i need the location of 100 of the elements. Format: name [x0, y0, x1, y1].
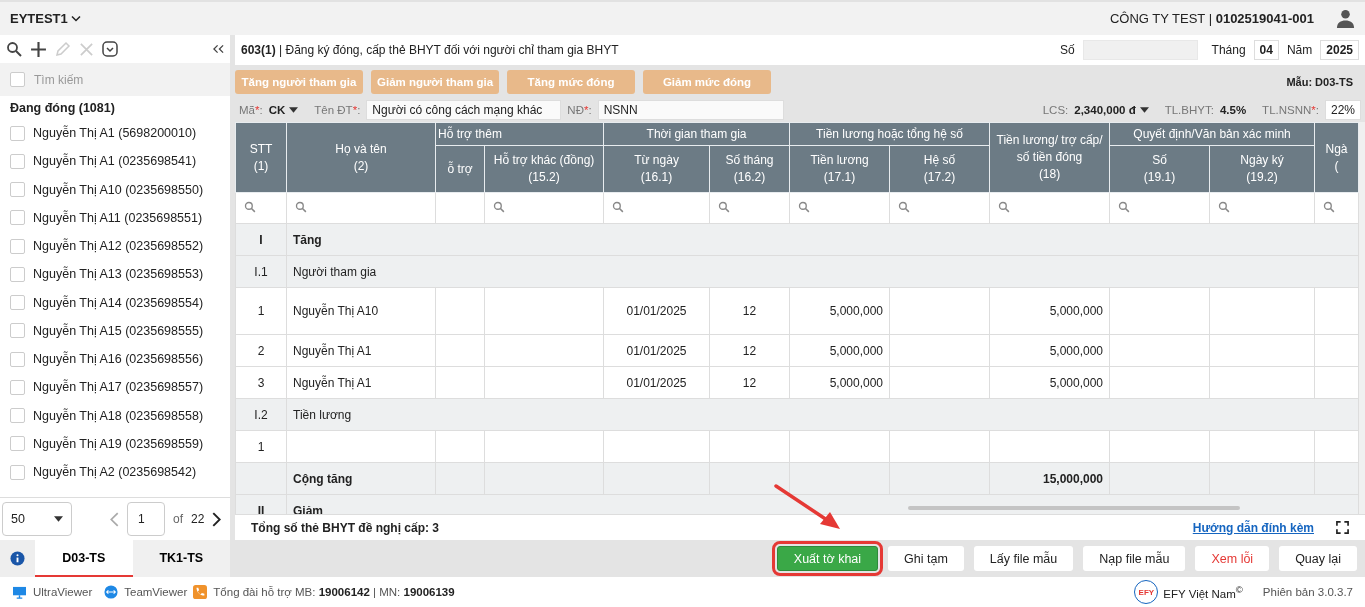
table-cell: 12	[709, 287, 790, 335]
filter-field[interactable]	[709, 192, 790, 224]
action-button[interactable]: Xem lỗi	[1195, 546, 1270, 571]
checkbox[interactable]	[10, 238, 25, 254]
collapse-icon[interactable]	[213, 44, 224, 54]
table-cell: 5,000,000	[789, 366, 890, 399]
page-input[interactable]: 1	[127, 502, 165, 536]
checkbox[interactable]	[10, 72, 25, 87]
guide-link[interactable]: Hướng dẫn đính kèm	[1192, 520, 1314, 535]
employee-name[interactable]: Nguyễn Thị A18 (0235698558)	[33, 408, 204, 423]
employee-name[interactable]: Nguyễn Thị A17 (0235698557)	[33, 380, 204, 395]
filter-field[interactable]	[286, 192, 436, 224]
checkbox[interactable]	[10, 210, 25, 226]
checkbox[interactable]	[10, 379, 25, 395]
filter-field[interactable]	[789, 192, 890, 224]
table-cell: 5,000,000	[789, 334, 890, 367]
checkbox[interactable]	[10, 323, 25, 339]
add-icon[interactable]	[30, 40, 47, 58]
table-cell: 5,000,000	[989, 334, 1110, 367]
field-label: Số	[1059, 43, 1075, 57]
checkbox[interactable]	[10, 295, 25, 311]
section-label: Tiền lương	[286, 398, 1359, 431]
fullscreen-icon[interactable]	[1336, 521, 1349, 534]
table-cell: I.2	[235, 398, 287, 431]
table-cell: 01/01/2025	[603, 287, 710, 335]
employee-name[interactable]: Nguyễn Thị A15 (0235698555)	[33, 323, 204, 338]
employee-name[interactable]: Nguyễn Thị A2 (0235698542)	[33, 465, 197, 480]
employee-name[interactable]: Nguyễn Thị A1 (5698200010)	[33, 126, 197, 141]
caret-icon	[289, 107, 299, 113]
action-button[interactable]: Quay lại	[1279, 546, 1357, 571]
next-icon[interactable]	[212, 511, 222, 527]
dropdown[interactable]: CK	[268, 104, 299, 116]
caret-icon	[1139, 107, 1149, 113]
checkbox[interactable]	[10, 153, 25, 169]
employee-name[interactable]: Nguyễn Thị A16 (0235698556)	[33, 352, 204, 367]
employee-name[interactable]: Nguyễn Thị A13 (0235698553)	[33, 267, 204, 282]
user-icon[interactable]	[1336, 9, 1355, 28]
action-button[interactable]: Ghi tạm	[888, 546, 964, 571]
table-cell: II	[235, 494, 287, 514]
checkbox[interactable]	[10, 408, 25, 424]
search-icon[interactable]	[6, 41, 22, 57]
employee-name[interactable]: Nguyễn Thị A1 (0235698541)	[33, 154, 197, 169]
filter-field[interactable]	[889, 192, 990, 224]
column-header: STT (1)	[235, 122, 287, 193]
previous-icon[interactable]	[110, 511, 119, 527]
search-field[interactable]: Tìm kiếm	[0, 63, 230, 96]
checkbox[interactable]	[10, 436, 25, 452]
pencil-icon[interactable]	[55, 41, 71, 57]
footer-link[interactable]: TeamViewer	[124, 586, 188, 598]
column-header: Tiền lương/ trợ cấp/ số tiền đóng (18)	[989, 122, 1110, 193]
input-field[interactable]: Người có công cách mạng khác	[366, 100, 562, 120]
employee-name[interactable]: Nguyễn Thị A19 (0235698559)	[33, 436, 204, 451]
field-label: NĐ*:	[567, 104, 592, 116]
form-title: 603(1) | Đăng ký đóng, cấp thẻ BHYT đối với người chỉ tham gia BHYT	[241, 43, 619, 57]
column-group-header: Tiền lương hoặc tổng hệ số	[789, 122, 990, 146]
checkbox[interactable]	[10, 266, 25, 282]
column-header: Họ và tên (2)	[286, 122, 436, 193]
action-button[interactable]: Nạp file mẫu	[1083, 546, 1186, 571]
form-tab[interactable]: D03-TS	[35, 540, 133, 577]
year-field[interactable]: 2025	[1320, 40, 1359, 60]
dropdown[interactable]: 2,340,000 đ	[1074, 104, 1149, 116]
input-field[interactable]: 22%	[1325, 100, 1361, 120]
table-cell: 12	[709, 366, 790, 399]
month-field[interactable]: 04	[1253, 40, 1279, 60]
employee-name[interactable]: Nguyễn Thị A14 (0235698554)	[33, 295, 204, 310]
checkbox[interactable]	[10, 125, 25, 141]
filter-field[interactable]	[1314, 192, 1359, 224]
employee-name[interactable]: Nguyễn Thị A10 (0235698550)	[33, 182, 204, 197]
checkbox[interactable]	[10, 182, 25, 198]
field-label: Tháng	[1211, 43, 1246, 57]
checkbox[interactable]	[10, 464, 25, 480]
action-button[interactable]: Lấy file mẫu	[973, 546, 1074, 571]
table-cell: I	[235, 223, 287, 256]
checkbox[interactable]	[10, 351, 25, 367]
info-icon[interactable]	[10, 551, 25, 566]
input-field[interactable]: NSNN	[597, 100, 784, 120]
page-size-dropdown[interactable]: 50	[2, 502, 72, 536]
filter-field[interactable]	[1209, 192, 1315, 224]
table-cell: 5,000,000	[989, 366, 1110, 399]
filter-field[interactable]	[989, 192, 1110, 224]
chevron-square-icon[interactable]	[102, 41, 118, 57]
field-label: Mã*:	[239, 104, 263, 116]
employee-name[interactable]: Nguyễn Thị A11 (0235698551)	[33, 210, 203, 225]
filter-field[interactable]	[603, 192, 710, 224]
table-cell: 5,000,000	[989, 287, 1110, 335]
field-label: Năm	[1286, 43, 1313, 57]
table-cell: 15,000,000	[989, 462, 1110, 495]
filter-field[interactable]	[1109, 192, 1210, 224]
filter-field[interactable]	[235, 192, 287, 224]
workspace-selector[interactable]: EYTEST1	[10, 11, 81, 26]
employee-name[interactable]: Nguyễn Thị A12 (0235698552)	[33, 239, 204, 254]
close-icon[interactable]	[79, 41, 94, 57]
field-label: TL.NSNN*:	[1262, 104, 1319, 116]
table-cell: 01/01/2025	[603, 366, 710, 399]
table-cell: 1	[235, 287, 287, 335]
filter-field[interactable]	[484, 192, 604, 224]
column-header: Hỗ trợ khác (đồng) (15.2)	[484, 145, 604, 193]
field-value: 4.5%	[1219, 104, 1247, 116]
footer-link[interactable]: UltraViewer	[33, 586, 93, 598]
column-group-header: Thời gian tham gia	[603, 122, 790, 146]
